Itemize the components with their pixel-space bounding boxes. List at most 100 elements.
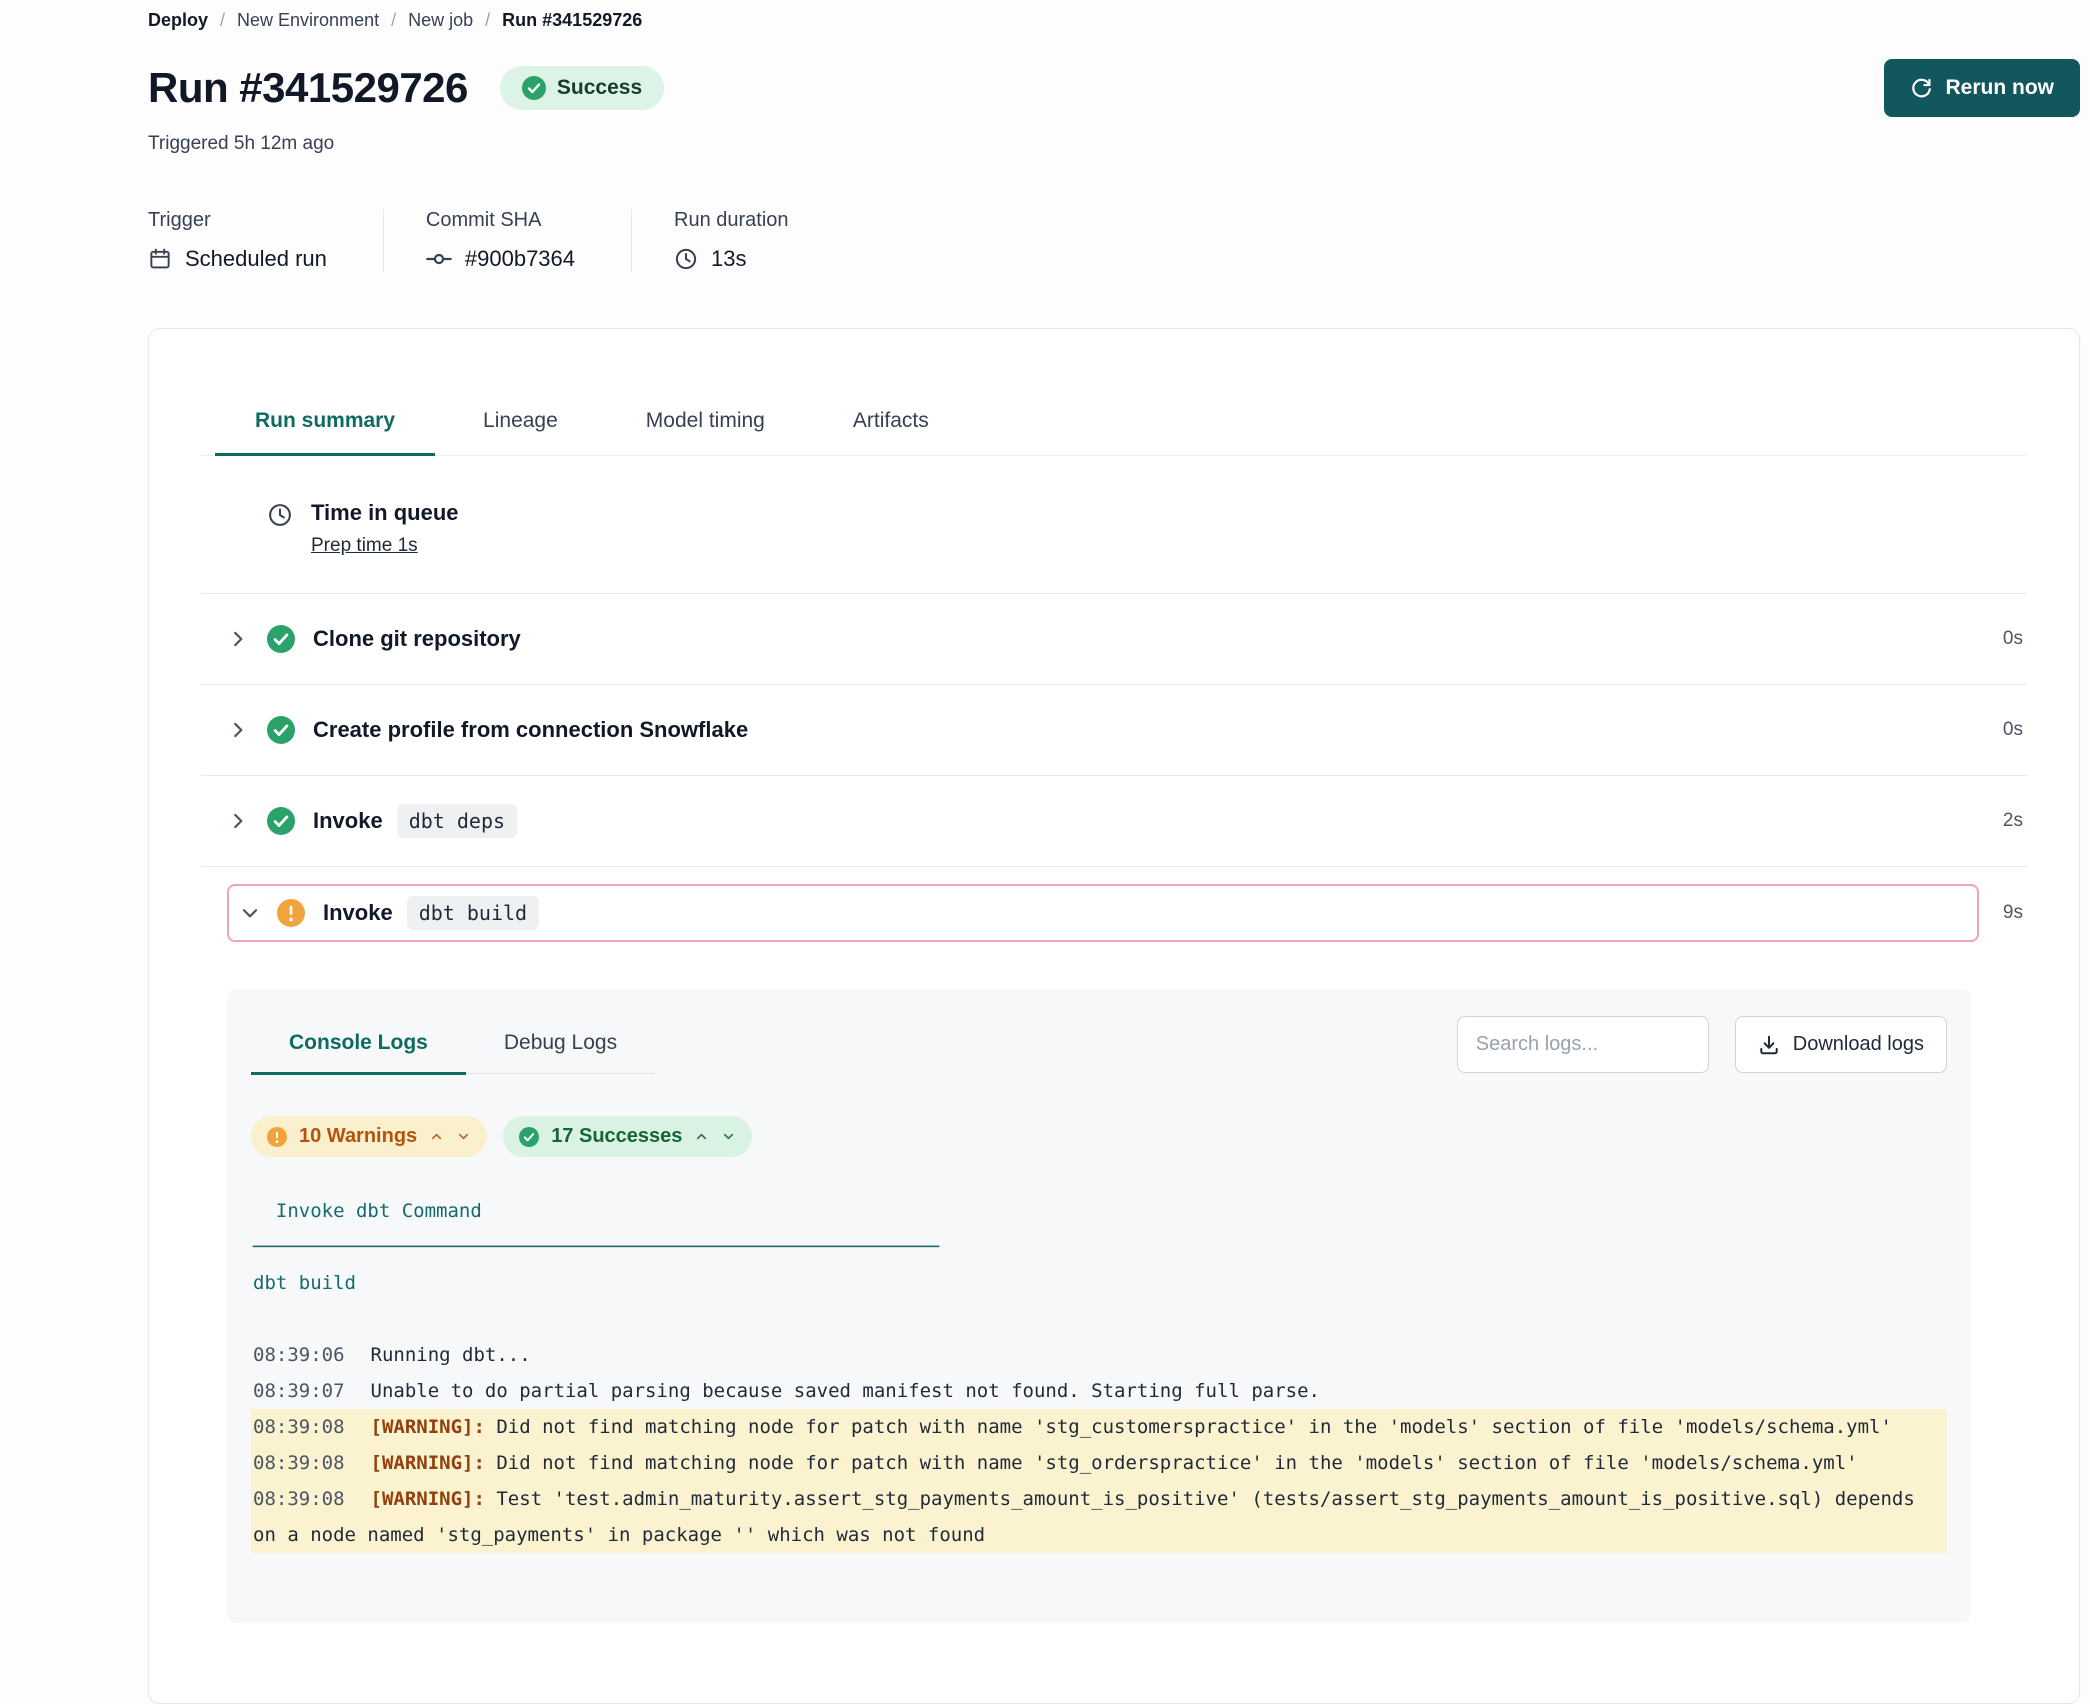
tab-run-summary[interactable]: Run summary — [215, 391, 435, 455]
tab-model-timing[interactable]: Model timing — [606, 391, 805, 455]
step-duration: 0s — [2003, 719, 2027, 741]
log-line-blank — [251, 1301, 1947, 1337]
log-line-warning: 08:39:08[WARNING]: Did not find matching… — [251, 1445, 1947, 1481]
step-create-profile-snowflake[interactable]: Create profile from connection Snowflake… — [201, 684, 2027, 775]
step-title: Invoke — [323, 900, 393, 926]
step-command-chip: dbt deps — [397, 804, 517, 838]
status-badge: Success — [500, 66, 664, 110]
rerun-now-label: Rerun now — [1946, 76, 2055, 100]
commit-sha-value: #900b7364 — [465, 246, 575, 272]
warning-icon — [267, 1127, 287, 1147]
tab-artifacts[interactable]: Artifacts — [813, 391, 969, 455]
trigger-value: Scheduled run — [185, 246, 327, 272]
clock-icon — [674, 247, 698, 271]
tab-console-logs[interactable]: Console Logs — [251, 1015, 466, 1073]
triggered-timestamp: Triggered 5h 12m ago — [148, 133, 2080, 155]
status-badge-label: Success — [557, 76, 642, 100]
log-message: Did not find matching node for patch wit… — [485, 1452, 1858, 1474]
commit-sha-label: Commit SHA — [426, 209, 575, 232]
success-check-icon — [267, 807, 295, 835]
download-logs-button[interactable]: Download logs — [1735, 1016, 1947, 1073]
step-invoke-dbt-build[interactable]: Invoke dbt build — [227, 884, 1979, 942]
log-message: Running dbt... — [371, 1344, 531, 1366]
chevron-down-icon[interactable] — [239, 902, 263, 924]
log-timestamp: 08:39:06 — [253, 1344, 345, 1366]
time-in-queue-section: Time in queue Prep time 1s — [201, 456, 2027, 593]
step-duration: 0s — [2003, 628, 2027, 650]
run-meta: Trigger Scheduled run Commit SHA #900b73… — [148, 209, 2080, 272]
log-timestamp: 08:39:07 — [253, 1380, 345, 1402]
chevron-down-icon[interactable] — [721, 1129, 736, 1144]
download-icon — [1758, 1034, 1780, 1056]
run-summary-card: Run summary Lineage Model timing Artifac… — [148, 328, 2080, 1704]
chevron-right-icon[interactable] — [227, 628, 251, 650]
tab-bar: Run summary Lineage Model timing Artifac… — [201, 329, 2027, 456]
success-check-icon — [519, 1127, 539, 1147]
log-line-divider: ────────────────────────────────────────… — [251, 1229, 1947, 1265]
run-duration-value: 13s — [711, 246, 746, 272]
chevron-up-icon[interactable] — [429, 1129, 444, 1144]
warning-label: [WARNING]: — [371, 1488, 485, 1510]
step-title: Clone git repository — [313, 626, 521, 652]
run-duration-label: Run duration — [674, 209, 789, 232]
chevron-down-icon[interactable] — [456, 1129, 471, 1144]
rerun-now-button[interactable]: Rerun now — [1884, 59, 2081, 117]
log-line: 08:39:06 Running dbt... — [251, 1337, 1947, 1373]
chevron-up-icon[interactable] — [694, 1129, 709, 1144]
chevron-right-icon[interactable] — [227, 719, 251, 741]
successes-badge-label: 17 Successes — [551, 1125, 682, 1148]
clock-icon — [267, 502, 293, 528]
calendar-icon — [148, 247, 172, 271]
rerun-icon — [1910, 77, 1933, 100]
log-line-warning: 08:39:08 [WARNING]: Did not find matching… — [251, 1409, 1947, 1445]
log-message: Test 'test.admin_maturity.assert_stg_pay… — [253, 1488, 1926, 1546]
chevron-right-icon[interactable] — [227, 810, 251, 832]
step-title: Invoke — [313, 808, 383, 834]
log-timestamp: 08:39:08 — [253, 1416, 345, 1438]
log-filter-badges: 10 Warnings 17 Successes — [251, 1116, 1947, 1157]
breadcrumb-separator: / — [485, 10, 490, 31]
download-logs-label: Download logs — [1793, 1033, 1924, 1056]
search-logs-input[interactable] — [1457, 1016, 1709, 1073]
log-message: Did not find matching node for patch wit… — [485, 1416, 1892, 1438]
warning-icon — [277, 899, 305, 927]
successes-badge[interactable]: 17 Successes — [503, 1116, 752, 1157]
prep-time-link[interactable]: Prep time 1s — [311, 535, 459, 557]
step-duration: 2s — [2003, 810, 2027, 832]
trigger-label: Trigger — [148, 209, 327, 232]
console-log-output: Invoke dbt Command ─────────────────────… — [251, 1193, 1947, 1553]
breadcrumb-deploy[interactable]: Deploy — [148, 10, 208, 31]
breadcrumb-separator: / — [391, 10, 396, 31]
log-timestamp: 08:39:08 — [253, 1452, 345, 1474]
success-check-icon — [267, 625, 295, 653]
page-title: Run #341529726 — [148, 64, 468, 112]
breadcrumb-current-run: Run #341529726 — [502, 10, 642, 31]
log-timestamp: 08:39:08 — [253, 1488, 345, 1510]
step-row-expanded: Invoke dbt build 9s — [201, 866, 2027, 959]
log-line-command: dbt build — [251, 1265, 1947, 1301]
breadcrumb-separator: / — [220, 10, 225, 31]
meta-commit: Commit SHA #900b7364 — [383, 209, 631, 272]
breadcrumb-new-environment[interactable]: New Environment — [237, 10, 379, 31]
warnings-badge[interactable]: 10 Warnings — [251, 1116, 487, 1157]
log-panel-header: Console Logs Debug Logs Download logs — [251, 1015, 1947, 1074]
meta-trigger: Trigger Scheduled run — [148, 209, 383, 272]
warning-label: [WARNING]: — [371, 1416, 485, 1438]
step-clone-git-repository[interactable]: Clone git repository 0s — [201, 593, 2027, 684]
log-line-warning: 08:39:08 [WARNING]: Test 'test.admin_matu… — [251, 1481, 1947, 1553]
git-commit-icon — [426, 246, 452, 272]
log-panel: Console Logs Debug Logs Download logs 10 — [227, 989, 1971, 1623]
step-duration: 9s — [2003, 902, 2027, 924]
log-message: Unable to do partial parsing because sav… — [371, 1380, 1320, 1402]
tab-lineage[interactable]: Lineage — [443, 391, 598, 455]
breadcrumb: Deploy / New Environment / New job / Run… — [148, 10, 2080, 31]
meta-duration: Run duration 13s — [631, 209, 845, 272]
time-in-queue-title: Time in queue — [311, 500, 459, 526]
breadcrumb-new-job[interactable]: New job — [408, 10, 473, 31]
success-check-icon — [522, 76, 546, 100]
log-tabs: Console Logs Debug Logs — [251, 1015, 655, 1074]
step-invoke-dbt-deps[interactable]: Invoke dbt deps 2s — [201, 775, 2027, 866]
warnings-badge-label: 10 Warnings — [299, 1125, 417, 1148]
tab-debug-logs[interactable]: Debug Logs — [466, 1015, 655, 1073]
success-check-icon — [267, 716, 295, 744]
